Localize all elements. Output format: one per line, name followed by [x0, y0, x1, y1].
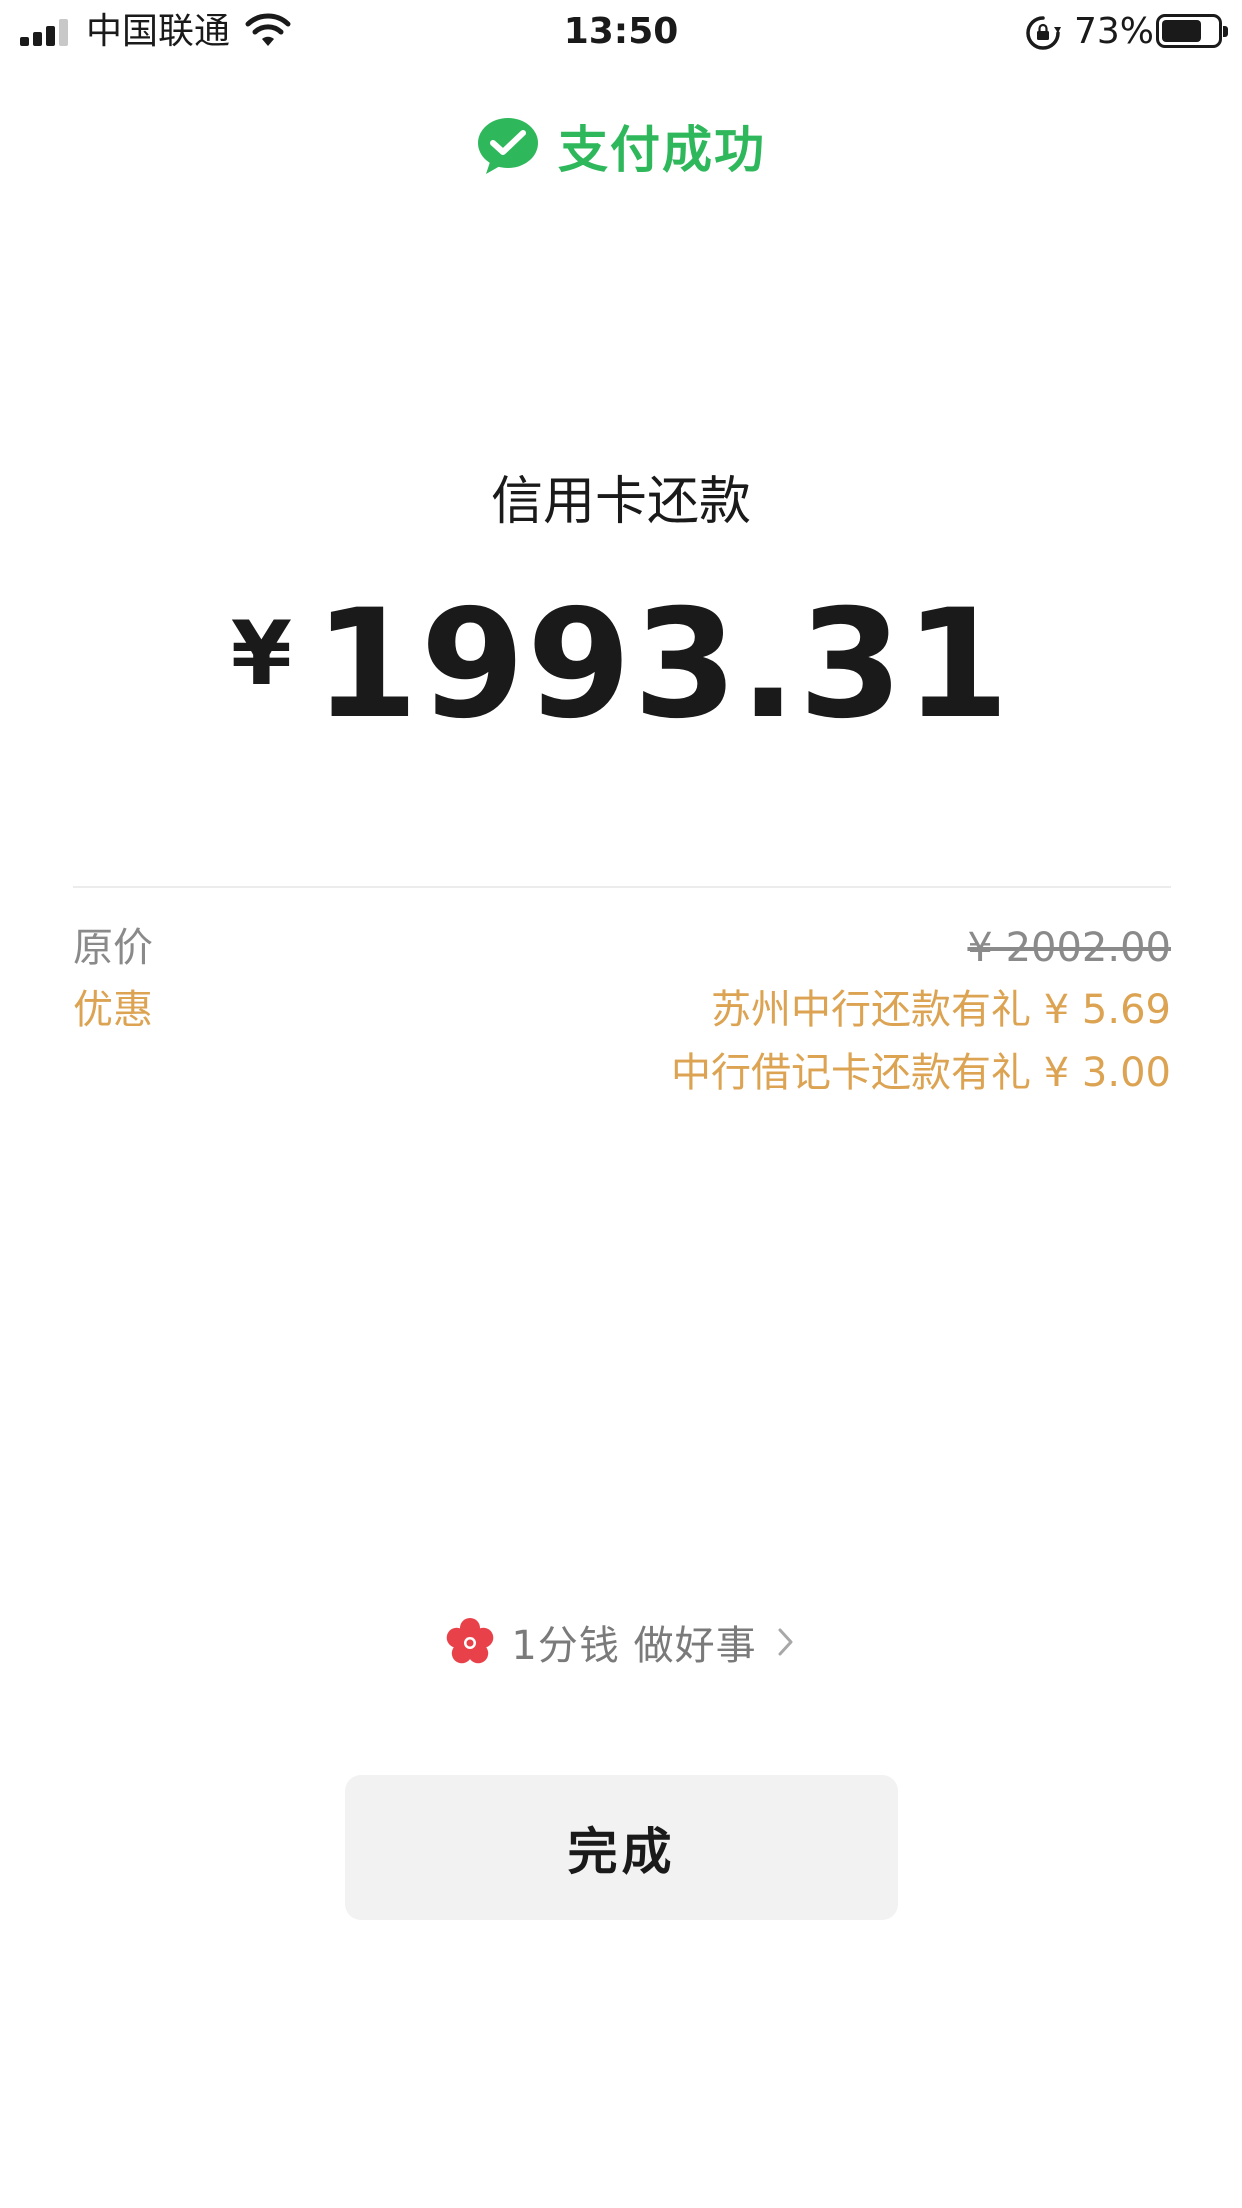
charity-label: 1分钱 做好事	[511, 1623, 757, 1669]
discount-label: 优惠	[73, 987, 153, 1033]
discount-item: 苏州中行还款有礼 ¥ 5.69	[711, 987, 1171, 1033]
done-button-label: 完成	[567, 1822, 676, 1881]
battery-percent: 73%	[1074, 11, 1155, 52]
chevron-right-icon	[778, 1628, 793, 1656]
currency-symbol: ¥	[230, 601, 293, 705]
merchant-name: 信用卡还款	[490, 472, 751, 532]
flower-icon	[447, 1618, 494, 1664]
payment-success-header: 支付成功	[0, 110, 1242, 182]
battery-icon	[1156, 14, 1228, 48]
original-price-label: 原价	[73, 925, 153, 971]
rotation-lock-icon	[1026, 16, 1061, 50]
charity-link[interactable]: 1分钱 做好事	[0, 1610, 1242, 1674]
status-bar: 中国联通 13:50 73%	[0, 0, 1242, 64]
done-button[interactable]: 完成	[345, 1775, 898, 1920]
amount-row: ¥ 1993.31	[0, 590, 1242, 740]
battery-fill	[1162, 20, 1202, 42]
success-title: 支付成功	[558, 121, 766, 179]
payment-amount: 1993.31	[314, 578, 1012, 752]
original-price-value: ¥ 2002.00	[967, 925, 1171, 971]
divider	[73, 886, 1171, 888]
discount-item: 中行借记卡还款有礼 ¥ 3.00	[671, 1050, 1171, 1096]
wechat-pay-icon	[478, 118, 538, 174]
